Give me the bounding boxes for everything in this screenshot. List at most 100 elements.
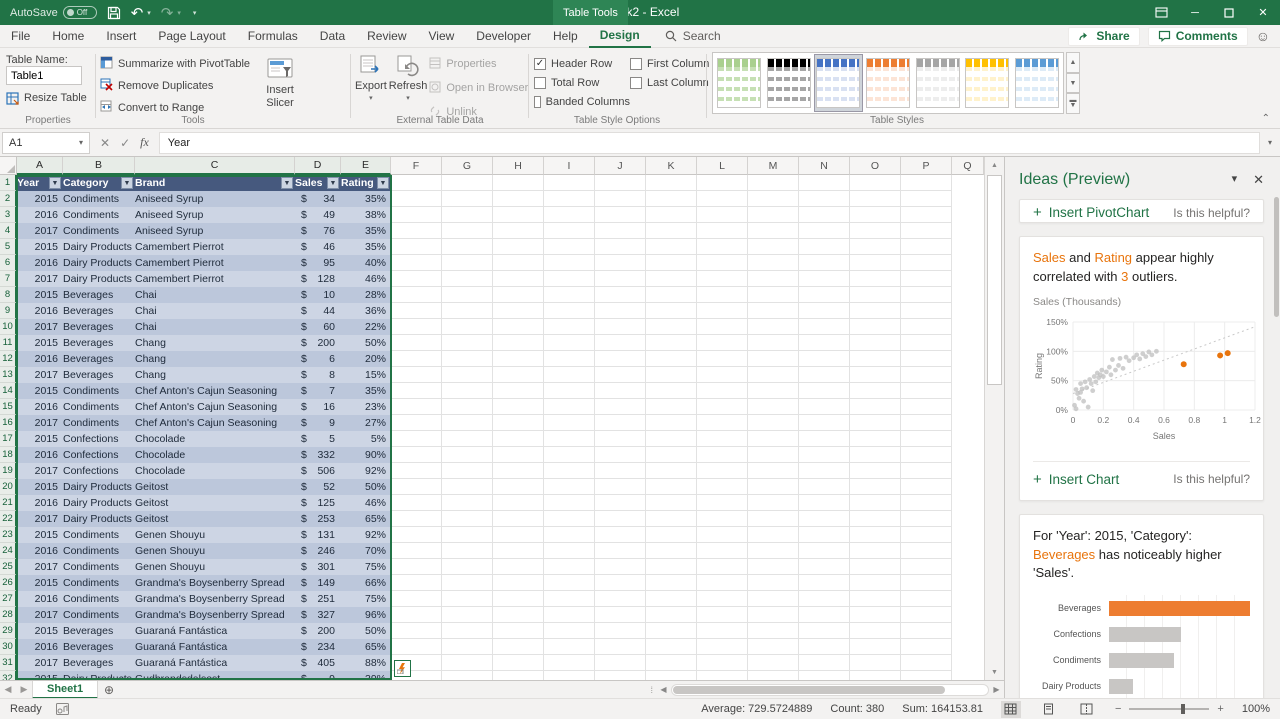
row-header-7[interactable]: 7 <box>0 271 17 287</box>
column-header-K[interactable]: K <box>646 157 697 175</box>
macro-record-icon[interactable] <box>56 703 69 715</box>
tab-file[interactable]: File <box>0 25 41 48</box>
column-header-A[interactable]: A <box>17 157 63 175</box>
table-name-input[interactable] <box>6 66 82 85</box>
row-header-14[interactable]: 14 <box>0 383 17 399</box>
row-header-31[interactable]: 31 <box>0 655 17 671</box>
tab-splitter-handle[interactable]: ⁞ <box>646 685 656 695</box>
ideas-pane-menu-icon[interactable]: ▾ <box>1232 172 1238 188</box>
tab-insert[interactable]: Insert <box>95 25 147 48</box>
gallery-down-icon[interactable]: ▼ <box>1066 73 1080 94</box>
gallery-up-icon[interactable]: ▲ <box>1066 52 1080 73</box>
filter-dropdown-icon-year[interactable]: ▼ <box>49 177 61 189</box>
zoom-in-icon[interactable]: + <box>1217 703 1223 715</box>
summarize-with-pivottable-button[interactable]: Summarize with PivotTable <box>100 54 250 74</box>
redo-icon[interactable]: ↷ <box>161 4 174 22</box>
insert-chart-link[interactable]: + Insert Chart <box>1033 471 1119 488</box>
column-header-E[interactable]: E <box>341 157 391 175</box>
tab-page-layout[interactable]: Page Layout <box>147 25 236 48</box>
ribbon-display-options-icon[interactable] <box>1144 0 1178 25</box>
row-header-26[interactable]: 26 <box>0 575 17 591</box>
vertical-scroll-thumb[interactable] <box>987 175 1002 385</box>
ideas-scrollbar-thumb[interactable] <box>1274 197 1279 317</box>
tab-data[interactable]: Data <box>309 25 356 48</box>
formula-bar-expand-icon[interactable]: ▾ <box>1260 138 1280 147</box>
hscroll-left-icon[interactable]: ◀ <box>656 685 671 694</box>
formula-input[interactable]: Year <box>159 132 1260 154</box>
row-header-6[interactable]: 6 <box>0 255 17 271</box>
insert-pivotchart-link-top[interactable]: + Insert PivotChart <box>1033 204 1149 221</box>
filter-dropdown-icon-rating[interactable]: ▼ <box>377 177 389 189</box>
scroll-down-icon[interactable]: ▼ <box>985 664 1004 680</box>
table-tools-context-tab[interactable]: Table Tools <box>553 0 628 25</box>
row-header-9[interactable]: 9 <box>0 303 17 319</box>
maximize-button[interactable] <box>1212 0 1246 25</box>
table-style-dark-black[interactable] <box>766 55 813 111</box>
tab-review[interactable]: Review <box>356 25 417 48</box>
sheet-nav-left-icon[interactable]: ◀ <box>0 684 16 695</box>
normal-view-icon[interactable] <box>1001 701 1021 718</box>
column-header-H[interactable]: H <box>493 157 544 175</box>
row-header-5[interactable]: 5 <box>0 239 17 255</box>
column-header-M[interactable]: M <box>748 157 799 175</box>
column-header-N[interactable]: N <box>799 157 850 175</box>
helpful-link-scatter[interactable]: Is this helpful? <box>1173 472 1250 486</box>
tab-formulas[interactable]: Formulas <box>237 25 309 48</box>
tab-view[interactable]: View <box>418 25 466 48</box>
row-header-25[interactable]: 25 <box>0 559 17 575</box>
row-header-30[interactable]: 30 <box>0 639 17 655</box>
redo-caret-icon[interactable]: ▾ <box>177 9 181 17</box>
enter-formula-icon[interactable]: ✓ <box>120 136 130 150</box>
feedback-smiley-icon[interactable]: ☺ <box>1256 28 1270 44</box>
helpful-link-top[interactable]: Is this helpful? <box>1173 206 1250 220</box>
vertical-scrollbar[interactable]: ▲ ▼ <box>984 157 1004 680</box>
row-header-11[interactable]: 11 <box>0 335 17 351</box>
insert-slicer-button[interactable]: Insert Slicer <box>258 54 302 118</box>
row-header-3[interactable]: 3 <box>0 207 17 223</box>
zoom-out-icon[interactable]: − <box>1115 703 1121 715</box>
table-style-medium-blue2[interactable] <box>1013 55 1060 111</box>
empty-cells-region[interactable] <box>391 175 952 680</box>
tab-developer[interactable]: Developer <box>465 25 542 48</box>
new-sheet-icon[interactable]: ⊕ <box>98 683 120 697</box>
horizontal-scroll-thumb[interactable] <box>673 686 945 694</box>
search-box[interactable]: Search <box>665 29 721 43</box>
save-icon[interactable] <box>107 6 121 20</box>
cancel-formula-icon[interactable]: ✕ <box>100 136 110 150</box>
column-header-F[interactable]: F <box>391 157 442 175</box>
undo-icon[interactable]: ↶ <box>131 4 144 22</box>
row-header-20[interactable]: 20 <box>0 479 17 495</box>
refresh-button[interactable]: Refresh ▾ <box>389 50 428 122</box>
scroll-up-icon[interactable]: ▲ <box>985 157 1004 173</box>
row-header-1[interactable]: 1 <box>0 175 17 191</box>
checkbox-total-row[interactable]: Total Row <box>534 74 630 91</box>
table-style-medium-blue[interactable] <box>815 55 862 111</box>
share-button[interactable]: Share <box>1068 27 1139 46</box>
table-style-medium-gray[interactable] <box>914 55 961 111</box>
row-header-23[interactable]: 23 <box>0 527 17 543</box>
tab-help[interactable]: Help <box>542 25 589 48</box>
row-header-8[interactable]: 8 <box>0 287 17 303</box>
gallery-more-icon[interactable]: ▬▼ <box>1066 93 1080 114</box>
checkbox-banded-columns[interactable]: Banded Columns <box>534 93 630 110</box>
autosave-toggle[interactable]: AutoSave Off <box>10 6 97 19</box>
column-header-J[interactable]: J <box>595 157 646 175</box>
close-button[interactable]: ✕ <box>1246 0 1280 25</box>
ideas-pane-close-icon[interactable]: ✕ <box>1253 172 1264 188</box>
row-header-21[interactable]: 21 <box>0 495 17 511</box>
row-header-29[interactable]: 29 <box>0 623 17 639</box>
row-header-16[interactable]: 16 <box>0 415 17 431</box>
undo-caret-icon[interactable]: ▾ <box>147 9 151 17</box>
row-header-10[interactable]: 10 <box>0 319 17 335</box>
row-header-22[interactable]: 22 <box>0 511 17 527</box>
quick-analysis-button[interactable] <box>394 660 411 677</box>
column-header-G[interactable]: G <box>442 157 493 175</box>
column-header-L[interactable]: L <box>697 157 748 175</box>
column-header-Q[interactable]: Q <box>952 157 984 175</box>
sheet-nav-right-icon[interactable]: ▶ <box>16 684 32 695</box>
tab-design[interactable]: Design <box>589 25 651 48</box>
select-all-corner[interactable] <box>0 157 17 175</box>
table-style-light-green[interactable] <box>716 55 763 111</box>
row-header-15[interactable]: 15 <box>0 399 17 415</box>
horizontal-scrollbar[interactable] <box>671 684 989 696</box>
